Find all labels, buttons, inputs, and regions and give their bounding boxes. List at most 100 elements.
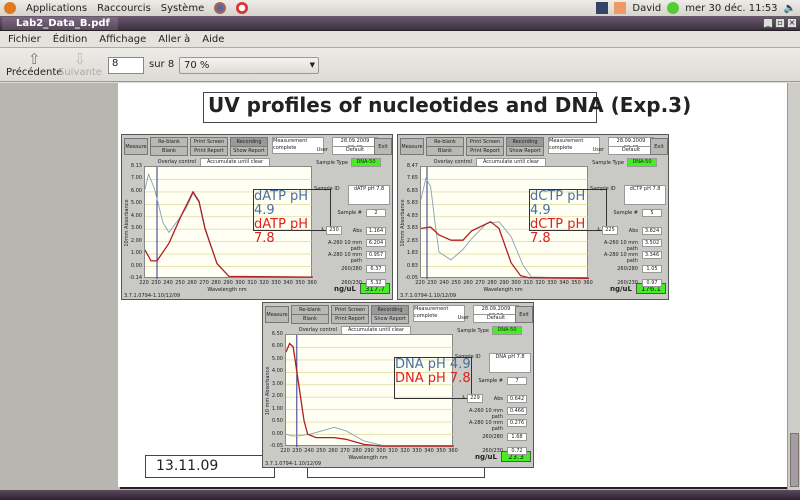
dropdown-arrow-icon: ▼: [309, 61, 315, 69]
firefox-icon[interactable]: [214, 2, 227, 14]
field-label: A-280 10 mm path: [469, 420, 503, 432]
menu-aide[interactable]: Aide: [202, 34, 224, 45]
maximize-icon[interactable]: ▫: [775, 18, 785, 28]
menu-edition[interactable]: Édition: [53, 34, 88, 45]
document-view[interactable]: UV profiles of nucleotides and DNA (Exp.…: [0, 83, 800, 490]
user-field: Default: [608, 146, 654, 155]
pdf-page: UV profiles of nucleotides and DNA (Exp.…: [118, 83, 787, 487]
status-icon[interactable]: [667, 2, 680, 14]
x-tick-label: 350: [571, 280, 581, 286]
field-label: A-280 10 mm path: [328, 252, 362, 264]
x-tick-label: 260: [463, 280, 473, 286]
sample-type-select: DNA-50: [492, 326, 522, 335]
field-value: 2: [366, 209, 386, 217]
menu-fichier[interactable]: Fichier: [8, 34, 41, 45]
field-value: 3.346: [642, 251, 662, 259]
spectrophotometer-screenshot: Measure Re-blank Blank Print Screen Prin…: [262, 302, 534, 468]
toolbar: ⇧ Précédente ⇩ Suivante 8 sur 8 70 % ▼: [0, 48, 800, 82]
field-label: A-260 10 mm path: [469, 408, 503, 420]
help-icon[interactable]: [236, 2, 249, 14]
x-tick-label: 230: [292, 448, 302, 454]
menu-raccourcis[interactable]: Raccourcis: [97, 3, 151, 14]
x-tick-label: 360: [307, 280, 317, 286]
menu-bar: Fichier Édition Affichage Aller à Aide: [0, 31, 800, 48]
x-axis-label: Wavelength nm: [207, 287, 247, 293]
y-tick-label: 7.65: [406, 175, 418, 182]
series-line-ph49: [285, 426, 455, 447]
x-tick-label: 310: [247, 280, 257, 286]
field-label: Sample #: [337, 210, 362, 216]
field-label: 260/230: [341, 280, 362, 286]
scrollbar-thumb[interactable]: [790, 433, 799, 487]
close-icon[interactable]: ×: [787, 18, 797, 28]
field-label: Sample ID: [455, 354, 481, 360]
x-tick-label: 300: [376, 448, 386, 454]
user-field: Default: [332, 146, 378, 155]
clock[interactable]: mer 30 déc. 11:53: [685, 3, 777, 14]
previous-button[interactable]: ⇧ Précédente: [6, 51, 62, 78]
field-label: Abs: [628, 228, 638, 234]
bottom-panel: [0, 490, 800, 500]
overlay-label: Overlay control: [298, 327, 337, 333]
x-tick-label: 290: [223, 280, 233, 286]
next-button[interactable]: ⇩ Suivante: [58, 51, 102, 78]
x-tick-label: 320: [259, 280, 269, 286]
x-tick-label: 240: [304, 448, 314, 454]
page-number-input[interactable]: 8: [108, 57, 144, 74]
previous-label: Précédente: [6, 67, 63, 78]
x-tick-label: 320: [535, 280, 545, 286]
y-tick-label: 5.83: [406, 200, 418, 207]
window-titlebar[interactable]: Lab2_Data_B.pdf _ ▫ ×: [0, 16, 800, 31]
menu-applications[interactable]: Applications: [26, 3, 87, 14]
ubuntu-logo-icon[interactable]: [4, 2, 16, 14]
x-tick-label: 330: [271, 280, 281, 286]
field-label: Abs: [352, 228, 362, 234]
field-label: Abs: [493, 396, 503, 402]
field-value: dATP pH 7.8: [348, 185, 390, 205]
x-tick-label: 240: [439, 280, 449, 286]
footer-version: 3.7.1.0794-1.10/12/09: [400, 293, 457, 299]
spectrophotometer-screenshot: Measure Re-blank Blank Print Screen Prin…: [121, 134, 393, 300]
minimize-icon[interactable]: _: [763, 18, 773, 28]
y-tick-label: 3.00: [130, 225, 142, 232]
y-tick-label: 7.00: [130, 175, 142, 182]
user-label: User: [316, 147, 328, 153]
x-tick-label: 260: [328, 448, 338, 454]
x-tick-label: 250: [175, 280, 185, 286]
window-title: Lab2_Data_B.pdf: [2, 17, 118, 30]
field-label: A-280 10 mm path: [604, 252, 638, 264]
y-tick-label: 4.00: [130, 212, 142, 219]
x-tick-label: 340: [283, 280, 293, 286]
x-tick-label: 220: [280, 448, 290, 454]
x-tick-label: 270: [340, 448, 350, 454]
x-tick-label: 340: [424, 448, 434, 454]
user-name[interactable]: David: [632, 3, 661, 14]
x-tick-label: 230: [151, 280, 161, 286]
slide-title: UV profiles of nucleotides and DNA (Exp.…: [203, 92, 691, 123]
volume-icon[interactable]: 🔈: [784, 3, 796, 14]
zoom-select[interactable]: 70 % ▼: [179, 57, 319, 74]
field-value: 0.276: [507, 419, 527, 427]
blank-button: Blank: [291, 314, 329, 324]
print-report-button: Print Report: [466, 146, 504, 156]
y-axis-label: 10 mm Absorbance: [265, 366, 271, 416]
vertical-scrollbar[interactable]: [787, 83, 800, 490]
x-tick-label: 320: [400, 448, 410, 454]
menu-aller-a[interactable]: Aller à: [158, 34, 190, 45]
network-icon[interactable]: [596, 2, 609, 14]
legend-ph49: DNA pH 4.9: [395, 357, 471, 372]
blank-button: Blank: [426, 146, 464, 156]
field-value: 0.466: [507, 407, 527, 415]
menu-systeme[interactable]: Système: [161, 3, 204, 14]
field-label: Sample ID: [590, 186, 616, 192]
y-tick-label: 8.13: [130, 163, 142, 169]
menu-affichage[interactable]: Affichage: [99, 34, 146, 45]
y-tick-label: 8.47: [406, 163, 418, 169]
arrow-down-icon: ⇩: [73, 50, 87, 68]
field-value: DNA pH 7.8: [489, 353, 531, 373]
user-label: User: [457, 315, 469, 321]
show-report-button: Show Report: [371, 314, 409, 324]
update-icon[interactable]: [614, 2, 627, 14]
y-tick-label: 3.00: [271, 380, 283, 387]
blank-button: Blank: [150, 146, 188, 156]
